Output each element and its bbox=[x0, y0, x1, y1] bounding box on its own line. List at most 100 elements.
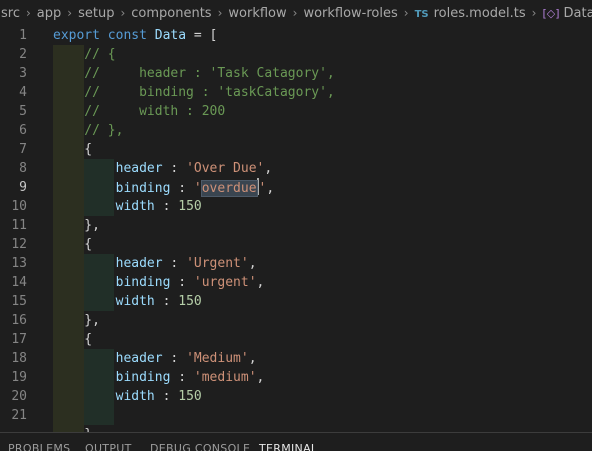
code-text: width : 150 bbox=[53, 387, 202, 406]
code-line[interactable]: 2 // { bbox=[0, 45, 592, 64]
code-editor[interactable]: 1 export const Data = [2 // {3 // header … bbox=[0, 26, 592, 432]
code-line[interactable]: 21 bbox=[0, 406, 592, 425]
code-line[interactable]: 16 }, bbox=[0, 311, 592, 330]
breadcrumb-item-workflow-roles[interactable]: workflow-roles bbox=[302, 6, 398, 21]
code-line[interactable]: 12 { bbox=[0, 235, 592, 254]
code-line[interactable]: 19 binding : 'medium', bbox=[0, 368, 592, 387]
token: // { bbox=[53, 47, 116, 62]
code-line[interactable]: 9 binding : 'overdue ', bbox=[0, 178, 592, 197]
code-text: binding : 'urgent', bbox=[53, 273, 265, 292]
breadcrumb-item-components[interactable]: components bbox=[130, 6, 212, 21]
token: , bbox=[248, 256, 257, 271]
token: binding bbox=[115, 181, 171, 196]
line-number: 15 bbox=[11, 294, 27, 309]
token: header bbox=[115, 161, 163, 176]
line-number: 4 bbox=[19, 85, 27, 100]
line-number: 12 bbox=[11, 237, 27, 252]
token: 'medium' bbox=[193, 370, 257, 385]
token: , bbox=[256, 275, 265, 290]
token: : bbox=[162, 256, 187, 271]
tab-terminal[interactable]: TERMINAL bbox=[259, 442, 317, 451]
line-number: 17 bbox=[11, 332, 27, 347]
line-number: 6 bbox=[19, 123, 27, 138]
chevron-right-icon: › bbox=[403, 6, 409, 20]
breadcrumb-item-setup[interactable]: setup bbox=[77, 6, 115, 21]
code-text: { bbox=[53, 140, 92, 159]
token: : bbox=[170, 370, 194, 385]
breadcrumb-symbol-label: Data bbox=[563, 5, 592, 21]
breadcrumb-symbol[interactable]: [◇] Data bbox=[541, 6, 592, 21]
token: , bbox=[248, 351, 257, 366]
breadcrumb-item-app[interactable]: app bbox=[36, 6, 62, 21]
symbol-variable-icon: [◇] bbox=[542, 6, 560, 20]
token: : bbox=[154, 389, 179, 404]
token: // header : 'Task Catagory', bbox=[53, 66, 335, 81]
tab-output[interactable]: OUTPUT bbox=[85, 442, 132, 451]
line-number: 13 bbox=[11, 256, 27, 271]
code-line[interactable]: 7 { bbox=[0, 140, 592, 159]
code-line[interactable]: 5 // width : 200 bbox=[0, 102, 592, 121]
line-number: 19 bbox=[11, 370, 27, 385]
code-text: export const Data = [ bbox=[53, 26, 217, 45]
token: { bbox=[53, 332, 93, 347]
token: const bbox=[107, 28, 147, 43]
tab-problems[interactable]: PROBLEMS bbox=[8, 442, 70, 451]
token: }, bbox=[53, 313, 100, 328]
code-line[interactable]: 1 export const Data = [ bbox=[0, 26, 592, 45]
code-line[interactable]: 18 header : 'Medium', bbox=[0, 349, 592, 368]
line-number: 2 bbox=[19, 47, 27, 62]
line-number: 5 bbox=[19, 104, 27, 119]
code-text: // }, bbox=[53, 121, 123, 140]
token: = [ bbox=[186, 28, 218, 43]
code-line[interactable]: 14 binding : 'urgent', bbox=[0, 273, 592, 292]
code-line[interactable]: } bbox=[0, 425, 592, 432]
breadcrumb-file-label: roles.model.ts bbox=[433, 5, 526, 21]
token: binding bbox=[115, 275, 171, 290]
breadcrumb-item-src[interactable]: src bbox=[0, 6, 21, 21]
breadcrumb-item-workflow[interactable]: workflow bbox=[227, 6, 287, 21]
code-text: { bbox=[53, 330, 92, 349]
code-line[interactable]: 11 }, bbox=[0, 216, 592, 235]
line-number: 9 bbox=[19, 180, 27, 195]
code-line[interactable]: 15 width : 150 bbox=[0, 292, 592, 311]
token: 150 bbox=[178, 199, 202, 214]
token: export bbox=[53, 28, 100, 43]
code-text: binding : 'overdue ', bbox=[53, 178, 274, 198]
code-text: header : 'Urgent', bbox=[53, 254, 257, 273]
token: 'urgent' bbox=[193, 275, 257, 290]
code-text: { bbox=[53, 235, 92, 254]
indent-guide bbox=[53, 406, 84, 425]
code-line[interactable]: 3 // header : 'Task Catagory', bbox=[0, 64, 592, 83]
token: : bbox=[162, 351, 187, 366]
code-line[interactable]: 6 // }, bbox=[0, 121, 592, 140]
code-line[interactable]: 8 header : 'Over Due', bbox=[0, 159, 592, 178]
token: : bbox=[170, 275, 194, 290]
code-text: // width : 200 bbox=[53, 102, 225, 121]
chevron-right-icon: › bbox=[217, 6, 223, 20]
selection-highlight: overdue bbox=[200, 180, 258, 197]
chevron-right-icon: › bbox=[25, 6, 31, 20]
token: { bbox=[53, 237, 93, 252]
code-line[interactable]: 13 header : 'Urgent', bbox=[0, 254, 592, 273]
breadcrumb-file[interactable]: TS roles.model.ts bbox=[414, 6, 527, 21]
code-text: width : 150 bbox=[53, 292, 202, 311]
code-line[interactable]: 10 width : 150 bbox=[0, 197, 592, 216]
line-number: 10 bbox=[11, 199, 27, 214]
token: // binding : 'taskCatagory', bbox=[53, 85, 335, 100]
tab-debug-console[interactable]: DEBUG CONSOLE bbox=[150, 442, 250, 451]
code-line[interactable]: 17 { bbox=[0, 330, 592, 349]
code-text: }, bbox=[53, 216, 100, 235]
code-line[interactable]: 4 // binding : 'taskCatagory', bbox=[0, 83, 592, 102]
code-text: binding : 'medium', bbox=[53, 368, 265, 387]
token: binding bbox=[115, 370, 171, 385]
breadcrumb: src › app › setup › components › workflow › workfl… bbox=[0, 0, 592, 26]
token: { bbox=[53, 142, 93, 157]
typescript-file-icon: TS bbox=[414, 8, 429, 20]
chevron-right-icon: › bbox=[120, 6, 126, 20]
code-line[interactable]: 20 width : 150 bbox=[0, 387, 592, 406]
